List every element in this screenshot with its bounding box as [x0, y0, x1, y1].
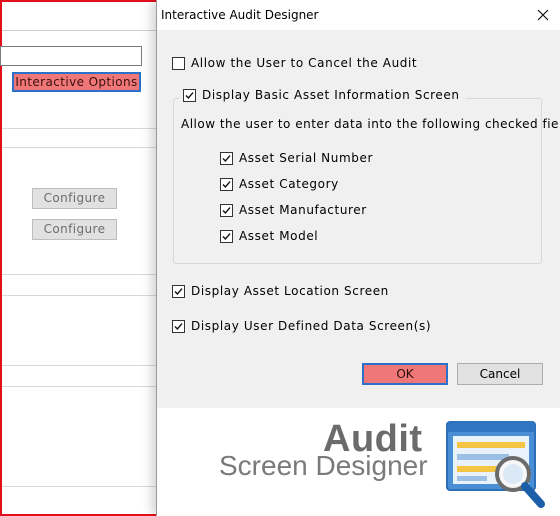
divider: [2, 274, 158, 275]
basic-info-label: Display Basic Asset Information Screen: [202, 88, 460, 102]
field-label: Asset Serial Number: [239, 151, 373, 165]
close-icon[interactable]: [534, 6, 552, 24]
interactive-options-button[interactable]: Interactive Options: [12, 72, 141, 92]
dialog-body: Allow the User to Cancel the Audit Displ…: [157, 30, 560, 408]
asset-manufacturer-checkbox[interactable]: [220, 203, 233, 217]
logo-subtitle: Screen Designer: [219, 450, 428, 481]
interactive-audit-designer-dialog: Interactive Audit Designer Allow the Use…: [156, 0, 560, 516]
background-top-strip: [2, 2, 162, 32]
user-defined-checkbox[interactable]: [172, 319, 185, 333]
field-checkbox-row[interactable]: Asset Category: [220, 177, 339, 191]
asset-category-checkbox[interactable]: [220, 177, 233, 191]
field-checkbox-row[interactable]: Asset Model: [220, 229, 318, 243]
configure-button[interactable]: Configure: [32, 188, 117, 209]
divider: [2, 295, 158, 296]
group-instructions: Allow the user to enter data into the fo…: [181, 117, 560, 131]
basic-info-checkbox[interactable]: [183, 88, 196, 102]
divider: [2, 147, 158, 148]
field-label: Asset Category: [239, 177, 339, 191]
location-screen-label: Display Asset Location Screen: [191, 284, 389, 298]
field-label: Asset Model: [239, 229, 319, 243]
allow-cancel-checkbox[interactable]: [172, 56, 185, 70]
divider: [2, 30, 158, 31]
allow-cancel-label: Allow the User to Cancel the Audit: [191, 56, 418, 70]
background-text-input[interactable]: [0, 46, 142, 66]
location-screen-checkbox-row[interactable]: Display Asset Location Screen: [172, 284, 389, 298]
dialog-title: Interactive Audit Designer: [161, 8, 319, 22]
field-checkbox-row[interactable]: Asset Serial Number: [220, 151, 373, 165]
field-label: Asset Manufacturer: [239, 203, 367, 217]
asset-serial-number-checkbox[interactable]: [220, 151, 233, 165]
logo-area: Audit Screen Designer: [157, 408, 560, 516]
asset-model-checkbox[interactable]: [220, 229, 233, 243]
audit-designer-icon: [445, 418, 547, 512]
screen: Interactive Options Configure Configure …: [0, 0, 560, 516]
field-checkbox-row[interactable]: Asset Manufacturer: [220, 203, 367, 217]
allow-cancel-checkbox-row[interactable]: Allow the User to Cancel the Audit: [172, 56, 417, 70]
divider: [2, 128, 158, 129]
cancel-button[interactable]: Cancel: [457, 363, 543, 385]
user-defined-label: Display User Defined Data Screen(s): [191, 319, 432, 333]
divider: [2, 386, 158, 387]
user-defined-checkbox-row[interactable]: Display User Defined Data Screen(s): [172, 319, 431, 333]
configure-button[interactable]: Configure: [32, 219, 117, 240]
divider: [2, 365, 158, 366]
ok-button[interactable]: OK: [362, 363, 448, 385]
location-screen-checkbox[interactable]: [172, 284, 185, 298]
basic-info-checkbox-row[interactable]: Display Basic Asset Information Screen: [179, 88, 466, 102]
divider: [2, 486, 158, 487]
dialog-titlebar[interactable]: Interactive Audit Designer: [157, 0, 560, 30]
